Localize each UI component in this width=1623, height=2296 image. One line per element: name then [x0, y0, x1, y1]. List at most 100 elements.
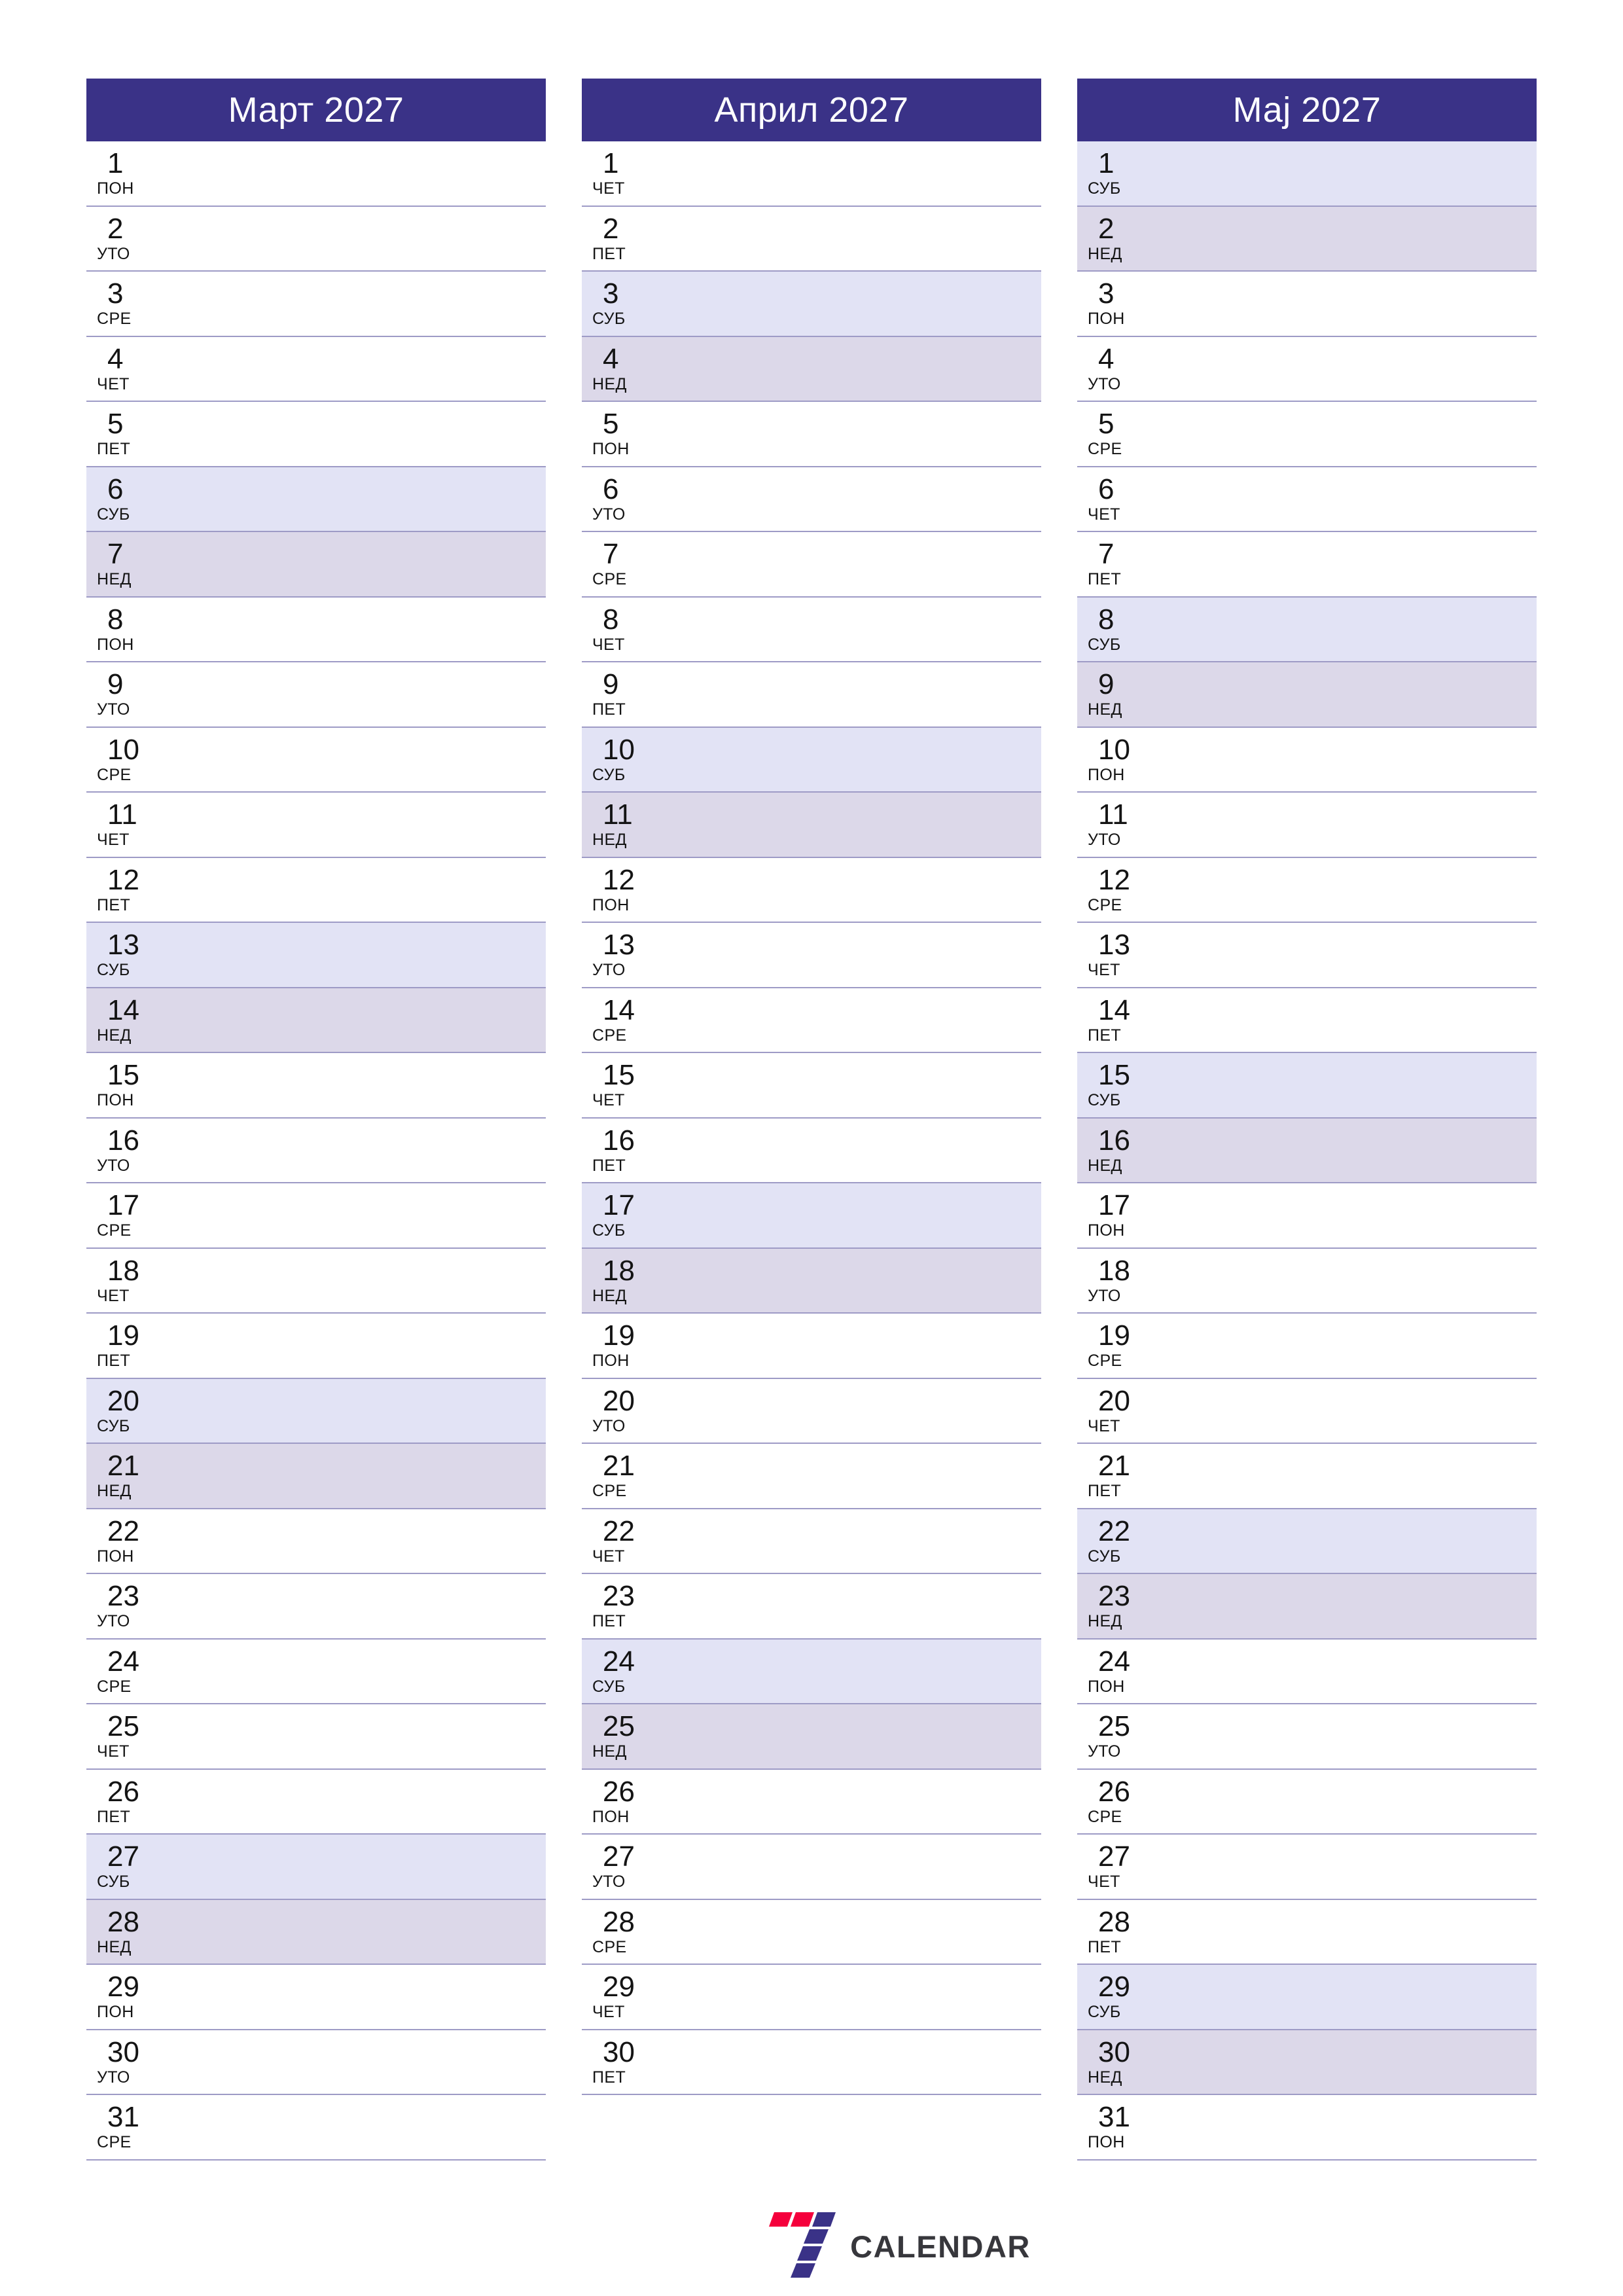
day-row[interactable]: 23 НЕД [1077, 1574, 1537, 1640]
day-row[interactable]: 28 СРЕ [582, 1899, 1041, 1965]
day-row[interactable]: 4 НЕД [582, 336, 1041, 402]
day-row[interactable]: 28 ПЕТ [1077, 1899, 1537, 1965]
day-row[interactable]: 15 СУБ [1077, 1053, 1537, 1119]
day-weekday-label: НЕД [97, 1026, 132, 1045]
day-row[interactable]: 10 СРЕ [86, 727, 546, 793]
day-row[interactable]: 5 ПЕТ [86, 402, 546, 467]
day-row[interactable]: 27 ЧЕТ [1077, 1835, 1537, 1900]
day-row[interactable]: 6 УТО [582, 467, 1041, 532]
day-row[interactable]: 10 СУБ [582, 727, 1041, 793]
day-row[interactable]: 17 ПОН [1077, 1183, 1537, 1249]
day-row[interactable]: 22 ПОН [86, 1509, 546, 1574]
day-row[interactable]: 29 СУБ [1077, 1965, 1537, 2030]
day-row[interactable]: 30 ПЕТ [582, 2030, 1041, 2095]
day-row[interactable]: 15 ЧЕТ [582, 1053, 1041, 1119]
day-row[interactable]: 31 ПОН [1077, 2095, 1537, 2161]
day-row[interactable]: 2 НЕД [1077, 206, 1537, 272]
day-row[interactable]: 11 ЧЕТ [86, 793, 546, 858]
day-row[interactable]: 29 ЧЕТ [582, 1965, 1041, 2030]
day-row[interactable]: 24 СУБ [582, 1639, 1041, 1704]
day-row[interactable]: 5 ПОН [582, 402, 1041, 467]
day-row[interactable]: 19 ПЕТ [86, 1314, 546, 1379]
day-row[interactable]: 20 СУБ [86, 1378, 546, 1444]
day-row[interactable]: 15 ПОН [86, 1053, 546, 1119]
day-row[interactable]: 22 ЧЕТ [582, 1509, 1041, 1574]
day-row[interactable]: 14 НЕД [86, 988, 546, 1053]
day-row[interactable]: 30 НЕД [1077, 2030, 1537, 2095]
day-row[interactable]: 16 УТО [86, 1118, 546, 1183]
day-row[interactable]: 14 СРЕ [582, 988, 1041, 1053]
day-row[interactable]: 12 ПЕТ [86, 857, 546, 923]
day-row[interactable]: 9 ПЕТ [582, 662, 1041, 728]
day-row[interactable]: 4 УТО [1077, 336, 1537, 402]
day-row[interactable]: 19 СРЕ [1077, 1314, 1537, 1379]
day-row[interactable]: 25 ЧЕТ [86, 1704, 546, 1770]
day-row[interactable]: 14 ПЕТ [1077, 988, 1537, 1053]
day-number: 1 [603, 147, 619, 180]
day-row[interactable]: 2 УТО [86, 206, 546, 272]
day-row[interactable]: 17 СРЕ [86, 1183, 546, 1249]
day-row[interactable]: 18 НЕД [582, 1248, 1041, 1314]
day-row[interactable]: 26 СРЕ [1077, 1769, 1537, 1835]
day-number: 5 [1098, 408, 1115, 440]
day-row[interactable]: 1 СУБ [1077, 141, 1537, 207]
day-row[interactable]: 23 УТО [86, 1574, 546, 1640]
day-row[interactable]: 29 ПОН [86, 1965, 546, 2030]
day-row[interactable]: 24 ПОН [1077, 1639, 1537, 1704]
day-number: 29 [603, 1971, 635, 2003]
day-row[interactable]: 26 ПОН [582, 1769, 1041, 1835]
day-row[interactable]: 8 ЧЕТ [582, 597, 1041, 662]
day-row[interactable]: 21 НЕД [86, 1444, 546, 1509]
day-row[interactable]: 11 НЕД [582, 793, 1041, 858]
day-row[interactable]: 3 СУБ [582, 272, 1041, 337]
day-row[interactable]: 16 НЕД [1077, 1118, 1537, 1183]
day-row[interactable]: 12 ПОН [582, 857, 1041, 923]
day-number: 6 [603, 473, 619, 505]
day-row[interactable]: 28 НЕД [86, 1899, 546, 1965]
day-row[interactable]: 25 УТО [1077, 1704, 1537, 1770]
day-row[interactable]: 4 ЧЕТ [86, 336, 546, 402]
day-row[interactable]: 1 ЧЕТ [582, 141, 1041, 207]
day-row[interactable]: 20 ЧЕТ [1077, 1378, 1537, 1444]
day-row[interactable]: 20 УТО [582, 1378, 1041, 1444]
day-row[interactable]: 21 ПЕТ [1077, 1444, 1537, 1509]
day-row[interactable]: 12 СРЕ [1077, 857, 1537, 923]
day-row[interactable]: 19 ПОН [582, 1314, 1041, 1379]
day-row[interactable]: 5 СРЕ [1077, 402, 1537, 467]
day-row[interactable]: 7 НЕД [86, 532, 546, 598]
day-row[interactable]: 24 СРЕ [86, 1639, 546, 1704]
day-row[interactable]: 10 ПОН [1077, 727, 1537, 793]
day-row[interactable]: 17 СУБ [582, 1183, 1041, 1249]
day-row[interactable]: 11 УТО [1077, 793, 1537, 858]
day-row[interactable]: 6 СУБ [86, 467, 546, 532]
day-row[interactable]: 23 ПЕТ [582, 1574, 1041, 1640]
day-row[interactable]: 13 ЧЕТ [1077, 923, 1537, 988]
day-row[interactable]: 27 СУБ [86, 1835, 546, 1900]
day-row[interactable]: 7 ПЕТ [1077, 532, 1537, 598]
day-weekday-label: УТО [1088, 1286, 1121, 1305]
day-row[interactable]: 18 ЧЕТ [86, 1248, 546, 1314]
day-row[interactable]: 9 НЕД [1077, 662, 1537, 728]
day-row[interactable]: 22 СУБ [1077, 1509, 1537, 1574]
day-weekday-label: УТО [97, 2068, 130, 2087]
day-row[interactable]: 31 СРЕ [86, 2095, 546, 2161]
day-row[interactable]: 3 ПОН [1077, 272, 1537, 337]
day-row[interactable]: 13 УТО [582, 923, 1041, 988]
day-row[interactable]: 30 УТО [86, 2030, 546, 2095]
day-row[interactable]: 18 УТО [1077, 1248, 1537, 1314]
day-weekday-label: НЕД [1088, 1156, 1122, 1175]
day-row[interactable]: 8 ПОН [86, 597, 546, 662]
day-row[interactable]: 16 ПЕТ [582, 1118, 1041, 1183]
day-row[interactable]: 8 СУБ [1077, 597, 1537, 662]
day-row[interactable]: 27 УТО [582, 1835, 1041, 1900]
day-row[interactable]: 9 УТО [86, 662, 546, 728]
day-row[interactable]: 2 ПЕТ [582, 206, 1041, 272]
day-row[interactable]: 1 ПОН [86, 141, 546, 207]
day-row[interactable]: 7 СРЕ [582, 532, 1041, 598]
day-row[interactable]: 26 ПЕТ [86, 1769, 546, 1835]
day-row[interactable]: 6 ЧЕТ [1077, 467, 1537, 532]
day-row[interactable]: 21 СРЕ [582, 1444, 1041, 1509]
day-row[interactable]: 3 СРЕ [86, 272, 546, 337]
day-row[interactable]: 25 НЕД [582, 1704, 1041, 1770]
day-row[interactable]: 13 СУБ [86, 923, 546, 988]
